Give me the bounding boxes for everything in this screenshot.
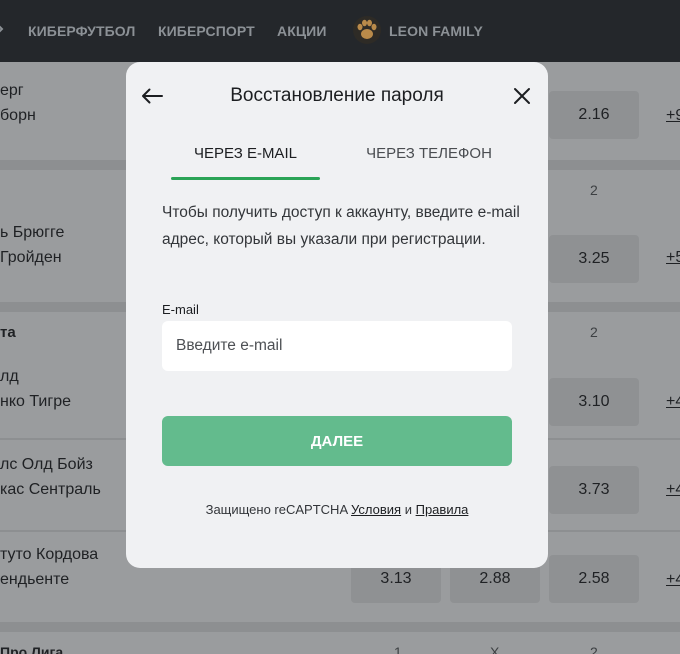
team-away: кас Сентраль — [0, 481, 101, 498]
more-markets-link[interactable]: +5 — [666, 249, 680, 267]
password-recovery-modal: Восстановление пароля ЧЕРЕЗ E-MAIL ЧЕРЕЗ… — [126, 62, 548, 568]
team-home: лд — [0, 368, 19, 385]
odd-button[interactable]: 3.25 — [549, 235, 639, 283]
tab-email[interactable]: ЧЕРЕЗ E-MAIL — [171, 145, 320, 181]
modal-title: Восстановление пароля — [230, 85, 444, 106]
league-header: Про Лига 1 X 2 — [0, 632, 680, 654]
more-markets-link[interactable]: +4 — [666, 393, 680, 411]
team-away: борн — [0, 107, 36, 124]
team-away: нко Тигре — [0, 393, 71, 410]
close-icon — [514, 88, 530, 104]
top-navigation: КИБЕРФУТБОЛ КИБЕРСПОРТ АКЦИИ LEON FAMILY — [0, 0, 680, 62]
league-column-x: X — [490, 644, 500, 654]
team-away: ендьенте — [0, 571, 70, 588]
tab-phone[interactable]: ЧЕРЕЗ ТЕЛЕФОН — [354, 145, 504, 181]
paw-icon — [353, 16, 381, 44]
league-name: та — [0, 324, 16, 341]
recaptcha-notice: Защищено reCAPTCHA Условия и Правила — [126, 502, 548, 517]
more-markets-link[interactable]: +9 — [666, 107, 680, 125]
nav-item-cybersport[interactable]: КИБЕРСПОРТ — [158, 23, 255, 39]
next-button[interactable]: ДАЛЕЕ — [162, 416, 512, 466]
and-text: и — [404, 502, 412, 517]
league-column-2: 2 — [590, 324, 598, 340]
odd-button[interactable]: 2.58 — [549, 555, 639, 603]
nav-item-promotions[interactable]: АКЦИИ — [277, 23, 327, 39]
team-away: Гройден — [0, 249, 62, 266]
league-name: Про Лига — [0, 644, 64, 654]
active-tab-indicator — [171, 177, 320, 180]
terms-link[interactable]: Условия — [351, 502, 401, 517]
team-home: туто Кордова — [0, 546, 99, 563]
nav-item-leon-family[interactable]: LEON FAMILY — [389, 23, 483, 39]
description-text: Чтобы получить доступ к аккаунту, введит… — [162, 204, 520, 248]
team-home: ерг — [0, 82, 24, 99]
team-home: лс Олд Бойз — [0, 456, 93, 473]
odd-button[interactable]: 3.73 — [549, 466, 639, 514]
league-column-2: 2 — [590, 182, 598, 198]
team-home: ь Брюгге — [0, 224, 65, 241]
more-markets-link[interactable]: +4 — [666, 481, 680, 499]
email-label: E-mail — [162, 302, 199, 317]
privacy-link[interactable]: Правила — [416, 502, 469, 517]
more-markets-link[interactable]: +4 — [666, 571, 680, 589]
league-column-2: 2 — [590, 644, 598, 654]
nav-item-cyberfootball[interactable]: КИБЕРФУТБОЛ — [28, 23, 135, 39]
odd-button[interactable]: 2.16 — [549, 91, 639, 139]
email-input[interactable] — [162, 321, 512, 371]
close-button[interactable] — [508, 82, 536, 110]
recaptcha-text: Защищено reCAPTCHA — [205, 502, 348, 517]
chevron-right-icon[interactable] — [0, 23, 4, 35]
league-column-1: 1 — [394, 644, 402, 654]
odd-button[interactable]: 3.10 — [549, 378, 639, 426]
